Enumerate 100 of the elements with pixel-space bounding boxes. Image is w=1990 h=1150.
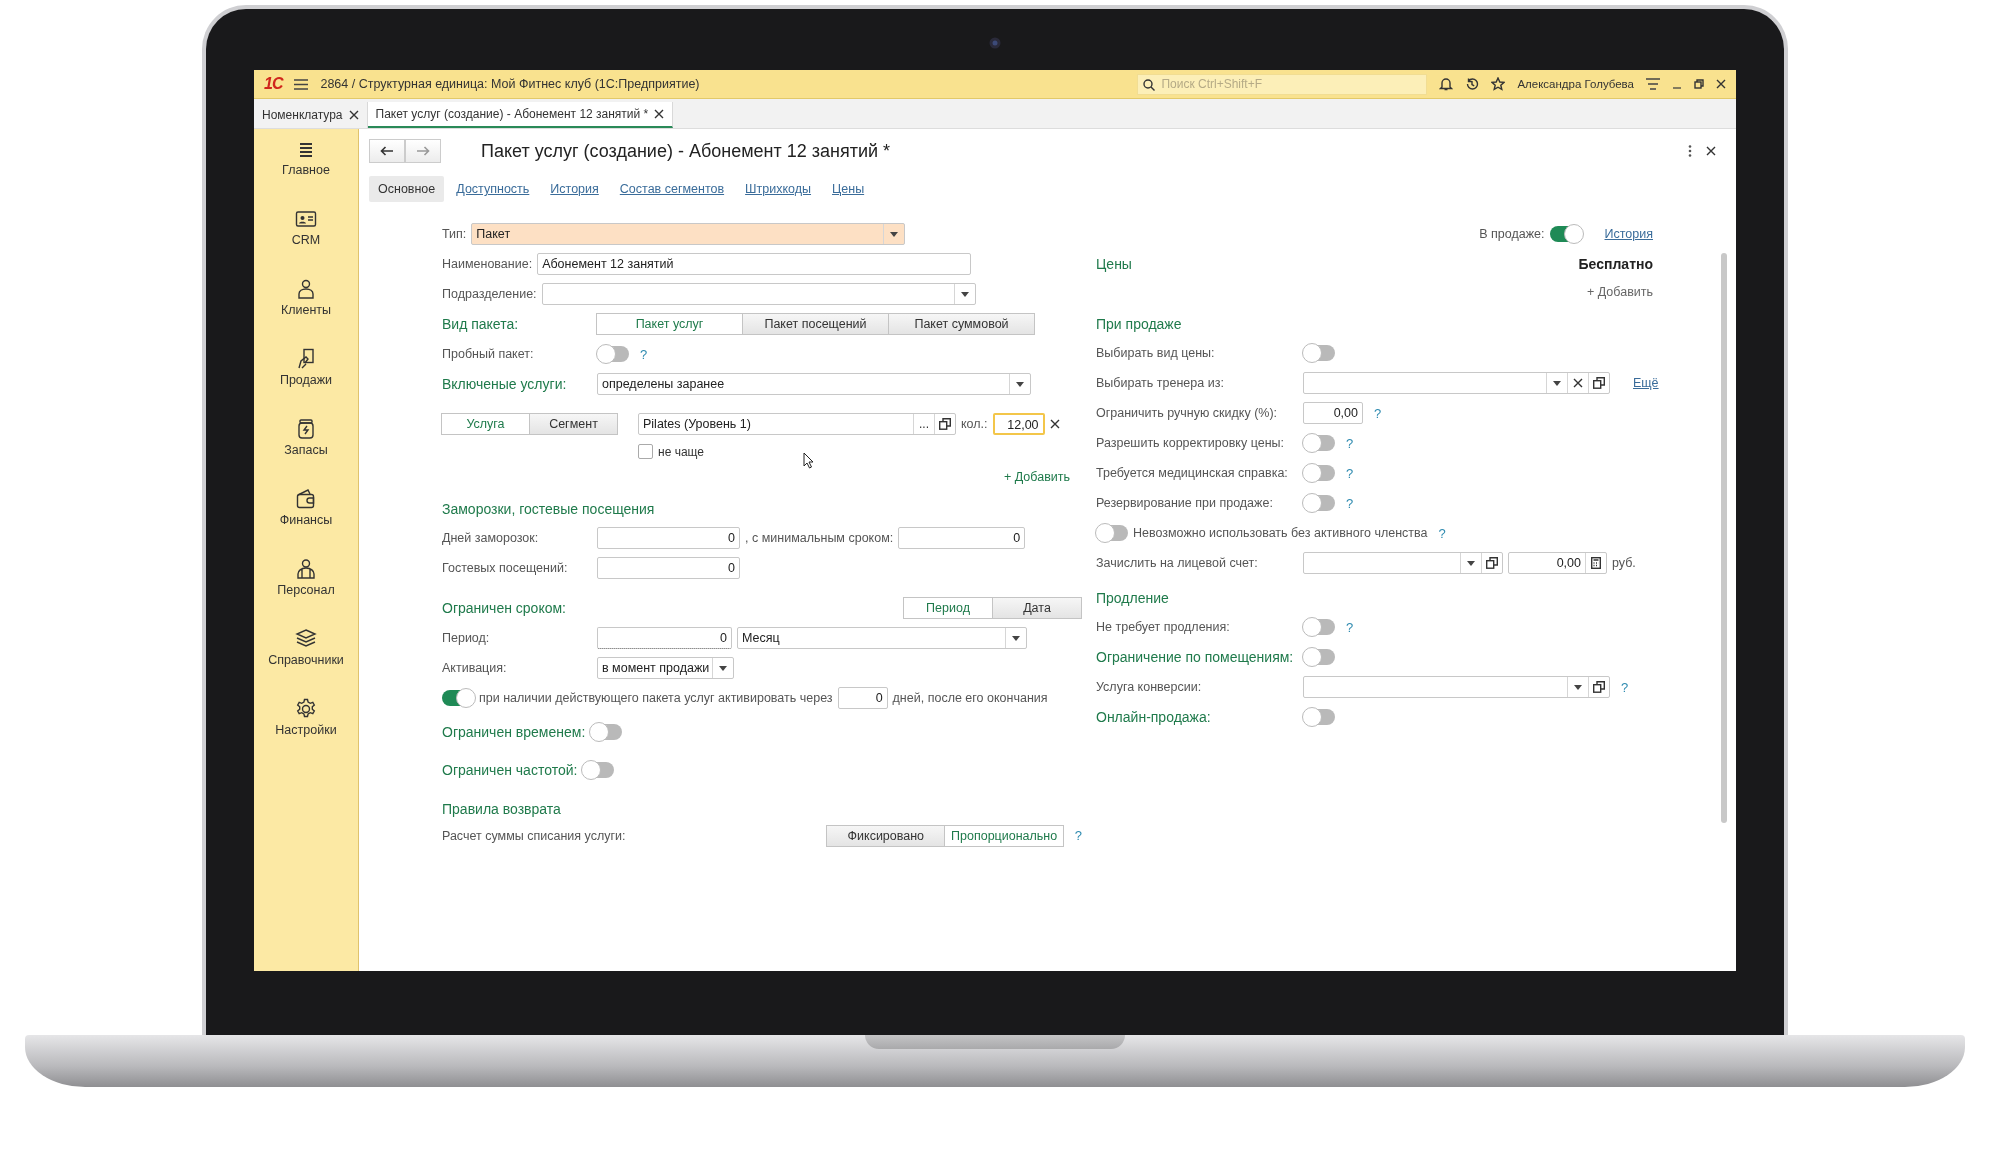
- choose-button[interactable]: ...: [919, 415, 929, 433]
- segment-button[interactable]: Период: [903, 597, 993, 619]
- dropdown-field[interactable]: [1303, 676, 1610, 698]
- document-tab[interactable]: Пакет услуг (создание) - Абонемент 12 занятий *: [367, 102, 674, 128]
- close-icon[interactable]: [1716, 79, 1726, 89]
- remove-icon[interactable]: [1049, 419, 1060, 429]
- segment-button[interactable]: Пакет суммовой: [888, 313, 1035, 335]
- toggle-switch[interactable]: [1303, 619, 1335, 635]
- input-field[interactable]: 0: [837, 687, 888, 709]
- calculator-icon[interactable]: [1591, 557, 1601, 569]
- dropdown-field[interactable]: определены заранее: [597, 373, 1031, 395]
- menu-icon[interactable]: [294, 78, 309, 90]
- input-field[interactable]: 0: [597, 527, 740, 549]
- dropdown-field[interactable]: [1303, 372, 1610, 394]
- user-name[interactable]: Александра Голубева: [1517, 78, 1634, 90]
- help-link[interactable]: ?: [640, 346, 648, 362]
- toggle-switch[interactable]: [1096, 525, 1128, 541]
- tab[interactable]: Штрихкоды: [736, 176, 821, 202]
- dropdown-field[interactable]: [1303, 552, 1503, 574]
- caret-icon[interactable]: [1553, 380, 1561, 386]
- segment-button[interactable]: Пакет посещений: [742, 313, 889, 335]
- segment-button[interactable]: Дата: [992, 597, 1082, 619]
- caret-icon[interactable]: [1016, 381, 1024, 387]
- dropdown-field[interactable]: Месяц: [737, 627, 1027, 649]
- segment-button[interactable]: Сегмент: [529, 413, 618, 435]
- help-link[interactable]: ?: [1346, 465, 1354, 481]
- caret-icon[interactable]: [960, 291, 969, 297]
- segment-button[interactable]: Пропорционально: [944, 824, 1064, 847]
- sidebar-item[interactable]: Настройки: [256, 697, 356, 767]
- help-link[interactable]: ?: [1438, 525, 1446, 541]
- back-button[interactable]: [369, 139, 405, 163]
- open-icon[interactable]: [1593, 681, 1605, 693]
- segment-button[interactable]: Фиксировано: [826, 824, 946, 847]
- options-icon[interactable]: [1646, 78, 1660, 90]
- dropdown-field[interactable]: [541, 283, 976, 305]
- input-field[interactable]: 0: [898, 527, 1026, 549]
- service-field[interactable]: Pilates (Уровень 1) ...: [638, 413, 956, 435]
- toggle-switch[interactable]: [1303, 345, 1335, 361]
- toggle-switch[interactable]: [1303, 435, 1335, 451]
- sidebar-item[interactable]: Продажи: [256, 347, 356, 417]
- toggle-switch[interactable]: [597, 346, 629, 362]
- add-link[interactable]: + Добавить: [1004, 469, 1074, 484]
- dropdown-field[interactable]: в момент продажи: [597, 657, 734, 679]
- tab[interactable]: Доступность: [447, 176, 539, 202]
- search-field[interactable]: Поиск Ctrl+Shift+F: [1137, 73, 1428, 95]
- more-link[interactable]: Ещё: [1633, 376, 1659, 390]
- input-field[interactable]: 0: [597, 557, 740, 579]
- caret-icon[interactable]: [719, 665, 727, 671]
- sidebar-item[interactable]: Клиенты: [256, 277, 356, 347]
- segment-button[interactable]: Пакет услуг: [596, 313, 743, 335]
- open-icon[interactable]: [1486, 557, 1498, 569]
- tab[interactable]: Состав сегментов: [610, 176, 734, 202]
- restore-icon[interactable]: [1694, 79, 1704, 89]
- caret-icon[interactable]: [1012, 635, 1020, 641]
- help-link[interactable]: ?: [1374, 405, 1382, 421]
- sidebar-item[interactable]: Запасы: [256, 417, 356, 487]
- history-link[interactable]: История: [1604, 227, 1653, 241]
- sidebar-item[interactable]: Справочники: [256, 627, 356, 697]
- help-link[interactable]: ?: [1346, 435, 1354, 451]
- input-field[interactable]: 0: [597, 627, 732, 649]
- help-link[interactable]: ?: [1621, 679, 1629, 695]
- sidebar-item[interactable]: CRM: [256, 207, 356, 277]
- more-icon[interactable]: [1688, 145, 1692, 157]
- sidebar-item[interactable]: Финансы: [256, 487, 356, 557]
- sidebar-item[interactable]: Персонал: [256, 557, 356, 627]
- tab[interactable]: История: [541, 176, 608, 202]
- bell-icon[interactable]: [1439, 77, 1454, 91]
- help-link[interactable]: ?: [1346, 495, 1354, 511]
- close-icon[interactable]: [1706, 146, 1716, 156]
- input-field[interactable]: 0,00: [1508, 552, 1607, 574]
- history-icon[interactable]: [1465, 77, 1480, 91]
- toggle-switch[interactable]: [1549, 226, 1582, 242]
- input-field[interactable]: Абонемент 12 занятий: [537, 253, 972, 275]
- close-icon[interactable]: [654, 109, 665, 119]
- toggle-switch[interactable]: [1303, 649, 1335, 665]
- document-tab[interactable]: Номенклатура: [254, 102, 368, 128]
- toggle-switch[interactable]: [442, 690, 474, 706]
- segment-button[interactable]: Услуга: [441, 413, 530, 435]
- dropdown-field[interactable]: Пакет: [471, 223, 906, 245]
- checkbox-label[interactable]: не чаще: [658, 444, 704, 459]
- input-field[interactable]: 12,00: [992, 413, 1045, 435]
- help-link[interactable]: ?: [1346, 619, 1354, 635]
- checkbox[interactable]: [638, 444, 653, 459]
- toggle-switch[interactable]: [590, 724, 623, 740]
- caret-icon[interactable]: [1574, 684, 1582, 690]
- clear-icon[interactable]: [1573, 378, 1583, 388]
- toggle-switch[interactable]: [1303, 495, 1335, 511]
- open-icon[interactable]: [1593, 377, 1605, 389]
- input-field[interactable]: 0,00: [1303, 402, 1363, 424]
- toggle-switch[interactable]: [1303, 709, 1335, 725]
- toggle-switch[interactable]: [1303, 465, 1335, 481]
- close-icon[interactable]: [348, 110, 359, 120]
- open-icon[interactable]: [939, 418, 951, 430]
- tab[interactable]: Цены: [823, 176, 874, 202]
- sidebar-item[interactable]: Главное: [256, 137, 356, 207]
- star-icon[interactable]: [1491, 77, 1506, 91]
- help-link[interactable]: ?: [1074, 828, 1082, 843]
- caret-icon[interactable]: [890, 231, 899, 237]
- toggle-switch[interactable]: [582, 762, 615, 778]
- add-link[interactable]: + Добавить: [1587, 284, 1653, 299]
